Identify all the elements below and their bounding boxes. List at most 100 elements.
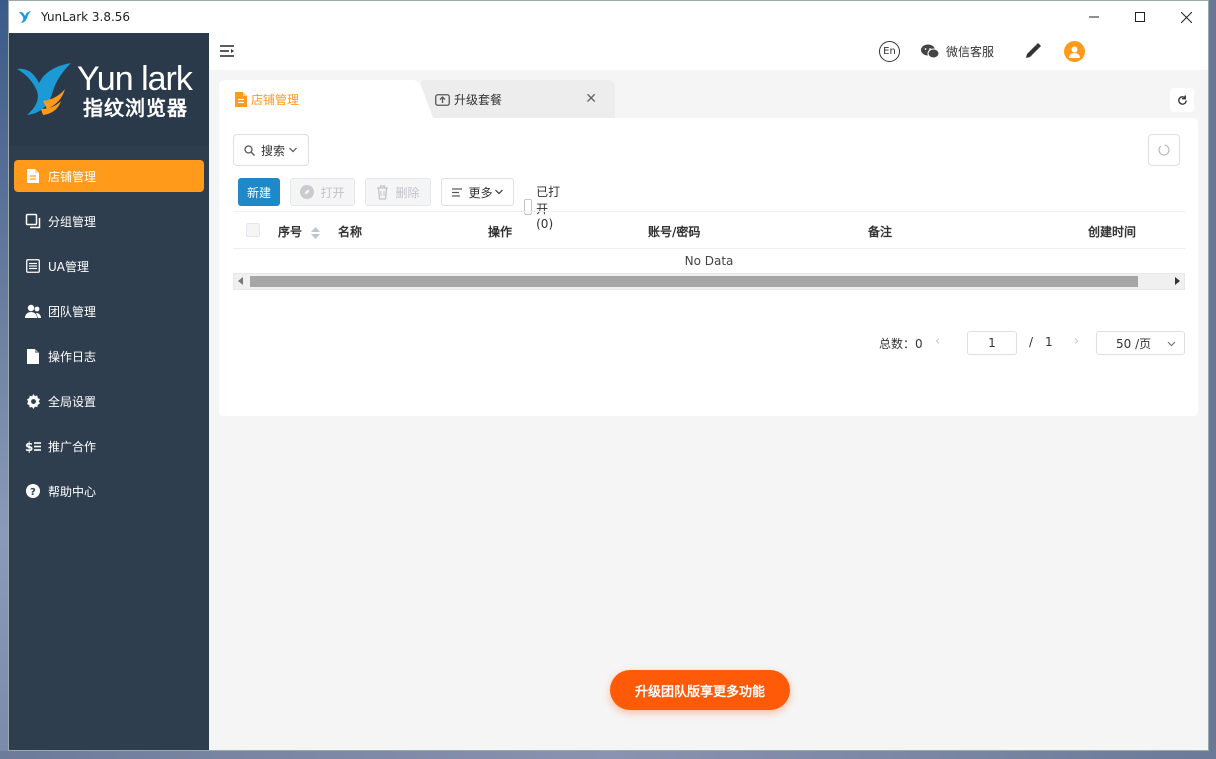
tab-close-icon[interactable]: ✕ <box>585 91 597 107</box>
sidebar-item-help-center[interactable]: ? 帮助中心 <box>14 475 204 507</box>
page-size-select[interactable]: 50 /页 <box>1096 331 1185 355</box>
open-label: 打开 <box>320 185 345 200</box>
empty-state: No Data <box>684 254 734 268</box>
minimize-button[interactable] <box>1071 1 1117 33</box>
wechat-icon <box>921 44 939 59</box>
table-header: 序号 名称 操作 账号/密码 备注 创建时间 <box>233 211 1185 249</box>
sidebar-item-label: 推广合作 <box>48 439 97 454</box>
main-content-card: 搜索 新建 打开 删除 更多 已打开 (0) 序号 名称 操作 账号/密码 备注… <box>219 118 1198 416</box>
horizontal-scrollbar[interactable] <box>233 273 1185 290</box>
language-toggle-button[interactable]: En <box>879 41 900 62</box>
maximize-button[interactable] <box>1117 1 1163 33</box>
sidebar-item-label: UA管理 <box>48 259 89 274</box>
collapse-menu-icon[interactable] <box>220 44 236 58</box>
refresh-tab-button[interactable] <box>1170 88 1194 112</box>
total-count: 总数：0 <box>879 337 923 351</box>
new-button[interactable]: 新建 <box>238 178 280 206</box>
prev-page-icon[interactable]: ‹ <box>935 334 940 349</box>
trash-icon <box>376 184 389 200</box>
sidebar-item-label: 全局设置 <box>48 394 97 409</box>
column-header-actions: 操作 <box>488 225 513 239</box>
sidebar-item-label: 帮助中心 <box>48 484 97 499</box>
menu-lines-icon <box>452 187 463 197</box>
wechat-service-button[interactable]: 微信客服 <box>921 43 994 60</box>
file-icon <box>235 91 247 107</box>
search-label: 搜索 <box>261 143 286 158</box>
file-icon <box>24 167 42 185</box>
sort-icon[interactable] <box>311 226 321 239</box>
tab-label: 店铺管理 <box>251 92 300 107</box>
tab-label: 升级套餐 <box>454 92 503 107</box>
column-header-account: 账号/密码 <box>648 225 701 239</box>
reload-button[interactable] <box>1148 134 1180 166</box>
sidebar-item-label: 操作日志 <box>48 349 97 364</box>
reload-icon <box>1158 144 1170 156</box>
scrollbar-thumb[interactable] <box>250 276 1138 287</box>
sidebar-menu: 店铺管理 分组管理 UA管理 团队管理 操作日志 全局设置 $ 推广合作 ? 帮… <box>9 160 209 507</box>
window-title: YunLark 3.8.56 <box>41 10 131 24</box>
more-label: 更多 <box>468 185 493 200</box>
sidebar-item-group-management[interactable]: 分组管理 <box>14 205 204 237</box>
scroll-right-arrow[interactable] <box>1175 277 1180 285</box>
close-icon <box>1180 11 1192 23</box>
edit-icon[interactable] <box>1025 43 1041 59</box>
copy-icon <box>24 212 42 230</box>
top-header: En 微信客服 <box>209 33 1208 70</box>
logo-subtitle: 指纹浏览器 <box>83 95 188 120</box>
page-size-value: 50 /页 <box>1116 336 1152 351</box>
desktop-background-right <box>1209 0 1216 759</box>
user-avatar[interactable] <box>1064 41 1085 62</box>
tab-shop-management[interactable]: 店铺管理 <box>219 80 433 118</box>
svg-text:$: $ <box>25 440 33 453</box>
user-icon <box>1069 46 1080 58</box>
desktop-background-left <box>0 0 8 759</box>
sidebar-item-label: 分组管理 <box>48 214 97 229</box>
upgrade-team-button[interactable]: 升级团队版享更多功能 <box>610 670 790 710</box>
scroll-left-arrow[interactable] <box>238 277 243 285</box>
upgrade-icon <box>435 92 450 106</box>
column-header-name: 名称 <box>338 225 363 239</box>
doc-icon <box>24 347 42 365</box>
sidebar-item-global-settings[interactable]: 全局设置 <box>14 385 204 417</box>
column-header-remark: 备注 <box>868 225 893 239</box>
dollar-icon: $ <box>24 437 42 455</box>
minimize-icon <box>1089 16 1099 18</box>
list-icon <box>24 257 42 275</box>
gear-icon <box>24 392 42 410</box>
sidebar: Yun lark 指纹浏览器 店铺管理 分组管理 UA管理 团队管理 操作日志 … <box>9 33 209 750</box>
tab-bar: 升级套餐 ✕ 店铺管理 <box>209 70 1208 118</box>
column-header-label: 序号 <box>278 225 303 239</box>
page-number-input[interactable]: 1 <box>967 331 1017 355</box>
sidebar-item-shop-management[interactable]: 店铺管理 <box>14 160 204 192</box>
column-header-created-time: 创建时间 <box>1088 225 1137 239</box>
close-window-button[interactable] <box>1163 1 1208 33</box>
search-dropdown-button[interactable]: 搜索 <box>233 134 309 166</box>
refresh-icon <box>1177 94 1187 105</box>
brand-logo: Yun lark 指纹浏览器 <box>9 33 209 146</box>
tab-upgrade-plan[interactable]: 升级套餐 ✕ <box>419 80 615 118</box>
sidebar-item-team-management[interactable]: 团队管理 <box>14 295 204 327</box>
total-pages: 1 <box>1045 335 1053 349</box>
sidebar-item-operation-log[interactable]: 操作日志 <box>14 340 204 372</box>
column-header-index[interactable]: 序号 <box>278 223 321 240</box>
users-icon <box>24 302 42 320</box>
select-all-checkbox[interactable] <box>246 223 260 237</box>
sidebar-item-promotion[interactable]: $ 推广合作 <box>14 430 204 462</box>
page-separator: / <box>1029 335 1034 349</box>
shop-table: 序号 名称 操作 账号/密码 备注 创建时间 No Data <box>233 211 1185 290</box>
chevron-down-icon <box>289 147 297 153</box>
sidebar-item-label: 店铺管理 <box>48 169 97 184</box>
svg-text:?: ? <box>30 487 36 498</box>
delete-button[interactable]: 删除 <box>365 178 431 206</box>
desktop-background-bottom <box>0 751 1216 759</box>
more-dropdown-button[interactable]: 更多 <box>441 178 514 206</box>
chevron-down-icon <box>1167 341 1176 347</box>
wechat-service-label: 微信客服 <box>946 45 995 59</box>
app-window: YunLark 3.8.56 Yun lark 指纹浏览器 店铺管理 分组管理 … <box>8 0 1209 751</box>
help-icon: ? <box>24 482 42 500</box>
next-page-icon[interactable]: › <box>1074 334 1079 349</box>
sidebar-item-ua-management[interactable]: UA管理 <box>14 250 204 282</box>
open-button[interactable]: 打开 <box>290 178 355 206</box>
search-icon <box>244 144 255 156</box>
sidebar-item-label: 团队管理 <box>48 304 97 319</box>
